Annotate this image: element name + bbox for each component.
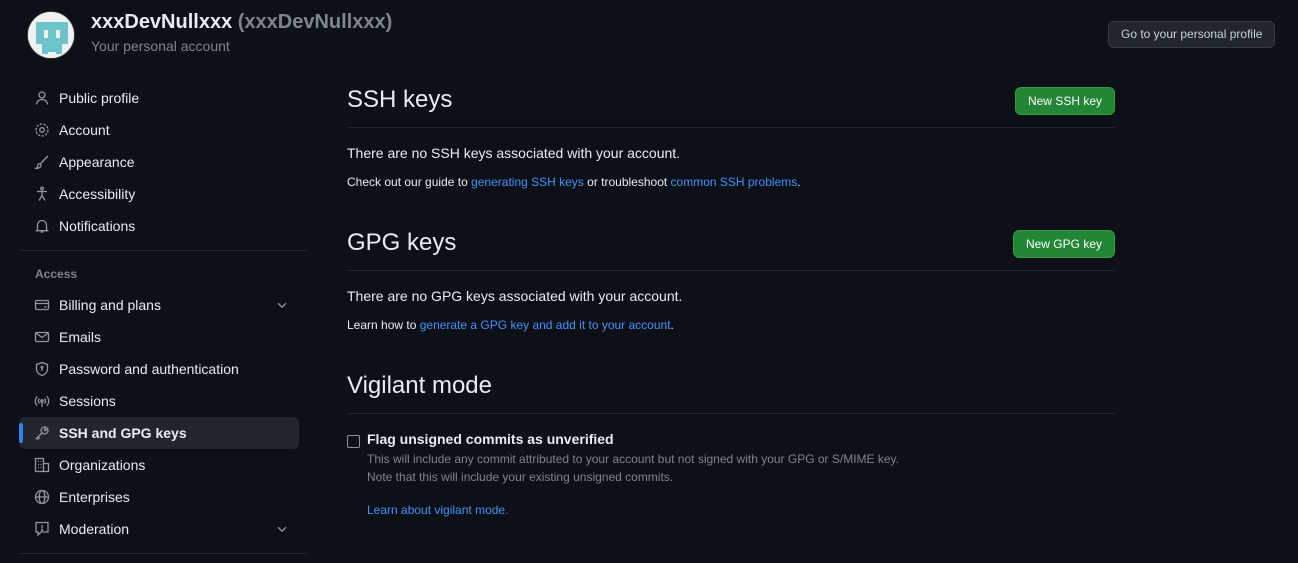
sidebar-item-label: Organizations [59,457,146,473]
login-name: (xxxDevNullxxx) [237,11,393,33]
sidebar-item-enterprises[interactable]: Enterprises [19,481,299,513]
main-content: SSH keys New SSH key There are no SSH ke… [347,82,1115,519]
vigilant-note-line2: Note that this will include your existin… [367,470,674,484]
key-icon [34,425,50,441]
bell-icon [34,218,50,234]
chevron-down-icon[interactable] [275,298,289,315]
gpg-empty-message: There are no GPG keys associated with yo… [347,288,683,304]
sidebar-item-account[interactable]: Account [19,114,299,146]
ssh-empty-message: There are no SSH keys associated with yo… [347,145,681,161]
vigilant-note: This will include any commit attributed … [367,450,1115,486]
sidebar-item-label: Notifications [59,218,136,234]
sidebar-item-notifications[interactable]: Notifications [19,210,299,242]
settings-sidebar: Public profile Account Appearance Access… [19,82,307,562]
accessibility-icon [34,186,50,202]
vigilant-mode-header: Vigilant mode [347,368,1115,414]
gpg-keys-header: GPG keys New GPG key [347,225,1115,271]
sidebar-item-accessibility[interactable]: Accessibility [19,178,299,210]
flag-unsigned-label[interactable]: Flag unsigned commits as unverified [367,431,1115,447]
sidebar-item-label: Password and authentication [59,361,239,377]
ssh-keys-section: SSH keys New SSH key There are no SSH ke… [347,82,1115,189]
sidebar-item-label: Moderation [59,521,130,537]
gpg-keys-section: GPG keys New GPG key There are no GPG ke… [347,225,1115,332]
account-name[interactable]: xxxDevNullxxx (xxxDevNullxxx) [91,11,392,34]
sidebar-item-public-profile[interactable]: Public profile [19,82,299,114]
sidebar-item-label: Appearance [59,154,135,170]
identicon-icon [28,12,74,58]
mail-icon [34,329,50,345]
gpg-help-text: Learn how to generate a GPG key and add … [347,318,1115,332]
sidebar-item-emails[interactable]: Emails [19,321,299,353]
organization-icon [34,457,50,473]
sidebar-divider [19,250,307,251]
vigilant-mode-title: Vigilant mode [347,372,492,399]
vigilant-note-line1: This will include any commit attributed … [367,452,900,466]
sidebar-item-label: Emails [59,329,102,345]
globe-icon [34,489,50,505]
ssh-help-suffix: . [797,175,801,189]
vigilant-mode-option: Flag unsigned commits as unverified This… [347,431,1115,519]
shield-lock-icon [34,361,50,377]
gpg-help-suffix: . [670,318,674,332]
chevron-down-icon[interactable] [275,522,289,539]
new-ssh-key-button[interactable]: New SSH key [1014,87,1115,115]
sidebar-item-appearance[interactable]: Appearance [19,146,299,178]
account-subtitle: Your personal account [91,38,230,54]
sidebar-item-ssh-gpg-keys[interactable]: SSH and GPG keys [19,417,299,449]
flag-unsigned-checkbox[interactable] [347,435,360,448]
gear-icon [34,122,50,138]
gpg-keys-title: GPG keys [347,229,457,256]
sidebar-item-billing[interactable]: Billing and plans [19,289,299,321]
sidebar-item-label: Sessions [59,393,116,409]
ssh-help-prefix: Check out our guide to [347,175,472,189]
ssh-help-text: Check out our guide to generating SSH ke… [347,175,1115,189]
vigilant-mode-section: Vigilant mode Flag unsigned commits as u… [347,368,1115,519]
ssh-keys-title: SSH keys [347,86,453,113]
sidebar-item-label: Account [59,122,110,138]
display-name: xxxDevNullxxx [91,11,233,33]
sidebar-section-access: Access [35,267,78,281]
new-gpg-key-button[interactable]: New GPG key [1012,230,1115,258]
common-ssh-problems-link[interactable]: common SSH problems [671,175,798,189]
paintbrush-icon [34,154,50,170]
sidebar-item-sessions[interactable]: Sessions [19,385,299,417]
gpg-help-prefix: Learn how to [347,318,420,332]
credit-card-icon [34,297,50,313]
generating-ssh-keys-link[interactable]: generating SSH keys [471,175,584,189]
sidebar-item-label: Public profile [59,90,140,106]
sidebar-item-label: SSH and GPG keys [59,425,187,441]
sidebar-divider [19,553,307,554]
sidebar-item-moderation[interactable]: Moderation [19,513,299,545]
sidebar-item-label: Billing and plans [59,297,161,313]
person-icon [34,90,50,106]
report-icon [34,521,50,537]
ssh-help-mid: or troubleshoot [583,175,671,189]
broadcast-icon [34,393,50,409]
generate-gpg-key-link[interactable]: generate a GPG key and add it to your ac… [420,318,671,332]
sidebar-item-password-authentication[interactable]: Password and authentication [19,353,299,385]
learn-vigilant-mode-link[interactable]: Learn about vigilant mode. [367,503,508,517]
sidebar-item-label: Accessibility [59,186,136,202]
avatar[interactable] [27,11,75,59]
go-to-profile-button[interactable]: Go to your personal profile [1108,21,1276,48]
sidebar-item-organizations[interactable]: Organizations [19,449,299,481]
ssh-keys-header: SSH keys New SSH key [347,82,1115,128]
page-header: xxxDevNullxxx (xxxDevNullxxx) Your perso… [0,0,1298,70]
sidebar-item-label: Enterprises [59,489,130,505]
